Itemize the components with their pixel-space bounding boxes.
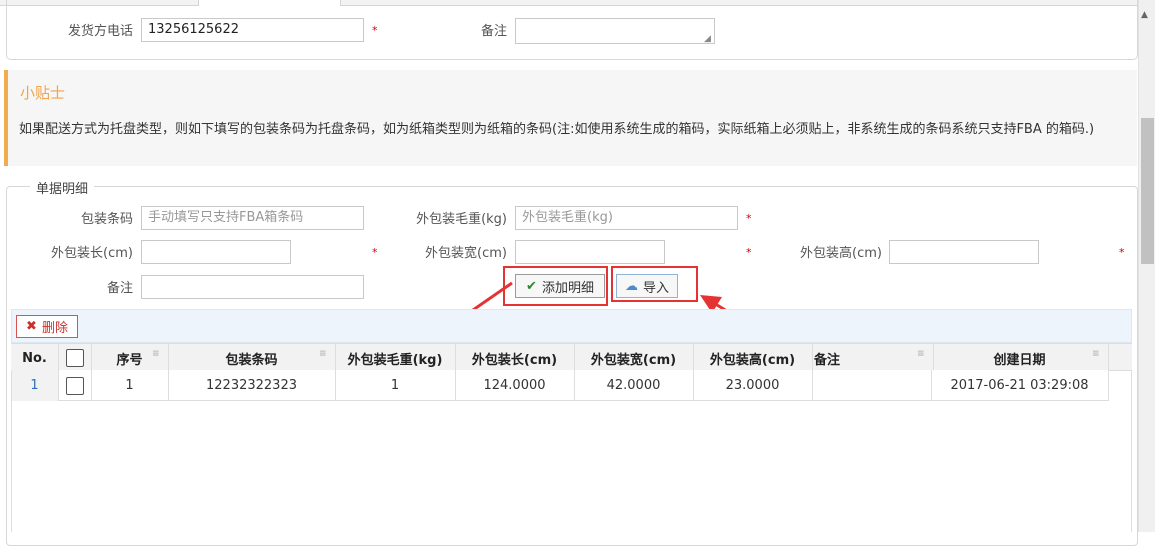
col-header-select[interactable] — [58, 344, 92, 372]
delete-button[interactable]: ✖ 删除 — [16, 315, 78, 338]
col-header-remark-label: 备注 — [814, 352, 841, 368]
col-header-length-label: 外包装长(cm) — [471, 352, 558, 368]
grid-body — [11, 371, 1132, 532]
sort-icon: ≡ — [152, 349, 160, 359]
select-all-checkbox[interactable] — [65, 349, 84, 367]
col-header-remark[interactable]: 备注 ≡ — [812, 344, 934, 372]
col-header-height[interactable]: 外包装高(cm) — [693, 344, 813, 372]
col-header-created[interactable]: 创建日期 ≡ — [931, 344, 1109, 372]
col-header-weight-label: 外包装毛重(kg) — [347, 352, 443, 368]
col-header-weight[interactable]: 外包装毛重(kg) — [335, 344, 456, 372]
col-header-barcode-label: 包装条码 — [225, 352, 278, 368]
close-icon: ✖ — [26, 319, 37, 334]
col-header-width-label: 外包装宽(cm) — [590, 352, 677, 368]
col-header-length[interactable]: 外包装长(cm) — [455, 344, 575, 372]
delete-label: 删除 — [41, 321, 68, 336]
col-header-height-label: 外包装高(cm) — [709, 352, 796, 368]
col-header-seq-label: 序号 — [116, 352, 143, 368]
grid-header: No. 序号 ≡ 包装条码 ≡ 外包装毛重(kg) 外包装长(cm) 外包装宽(cm… — [11, 343, 1132, 372]
sort-icon: ≡ — [917, 349, 925, 359]
col-header-created-label: 创建日期 — [993, 352, 1046, 368]
grid-toolbar — [11, 309, 1132, 343]
col-header-barcode[interactable]: 包装条码 ≡ — [168, 344, 336, 372]
sort-icon: ≡ — [319, 349, 327, 359]
sort-icon: ≡ — [1092, 349, 1100, 359]
col-header-no: No. — [11, 344, 59, 372]
col-header-width[interactable]: 外包装宽(cm) — [574, 344, 694, 372]
col-header-seq[interactable]: 序号 ≡ — [91, 344, 169, 372]
